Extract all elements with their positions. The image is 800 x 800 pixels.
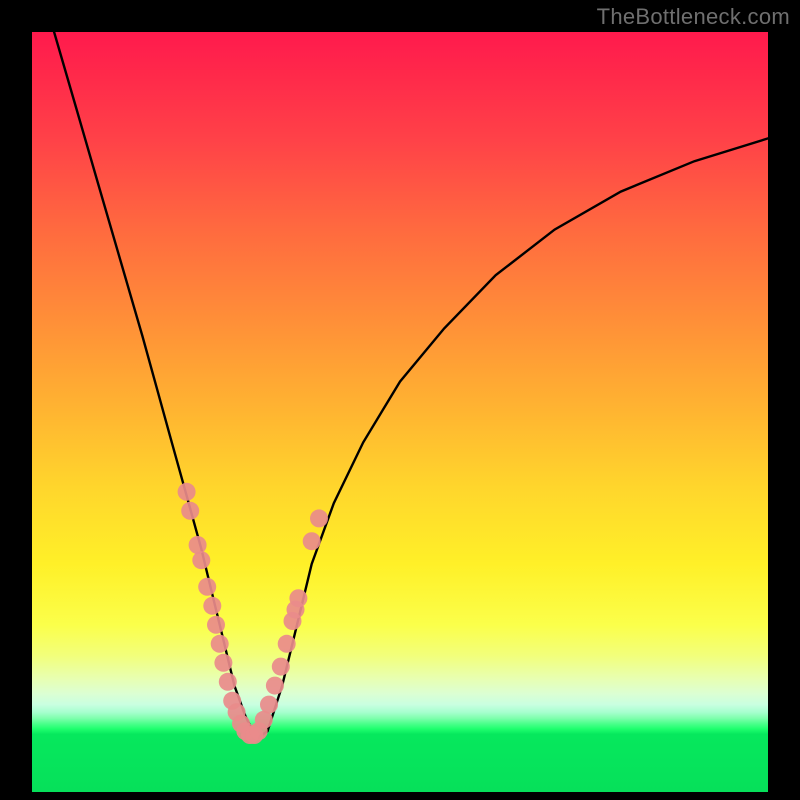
data-point	[303, 532, 321, 550]
data-point	[214, 654, 232, 672]
bottleneck-curve	[54, 32, 768, 739]
data-point-group	[178, 483, 328, 744]
data-point	[219, 673, 237, 691]
data-point	[198, 578, 216, 596]
data-point	[192, 551, 210, 569]
data-point	[278, 635, 296, 653]
data-point	[272, 658, 290, 676]
plot-area	[32, 32, 768, 792]
chart-svg	[32, 32, 768, 792]
data-point	[266, 677, 284, 695]
data-point	[207, 616, 225, 634]
data-point	[260, 696, 278, 714]
chart-frame: TheBottleneck.com	[0, 0, 800, 800]
watermark-text: TheBottleneck.com	[597, 4, 790, 30]
data-point	[178, 483, 196, 501]
data-point	[181, 502, 199, 520]
data-point	[203, 597, 221, 615]
data-point	[310, 509, 328, 527]
data-point	[211, 635, 229, 653]
data-point	[289, 589, 307, 607]
data-point	[189, 536, 207, 554]
